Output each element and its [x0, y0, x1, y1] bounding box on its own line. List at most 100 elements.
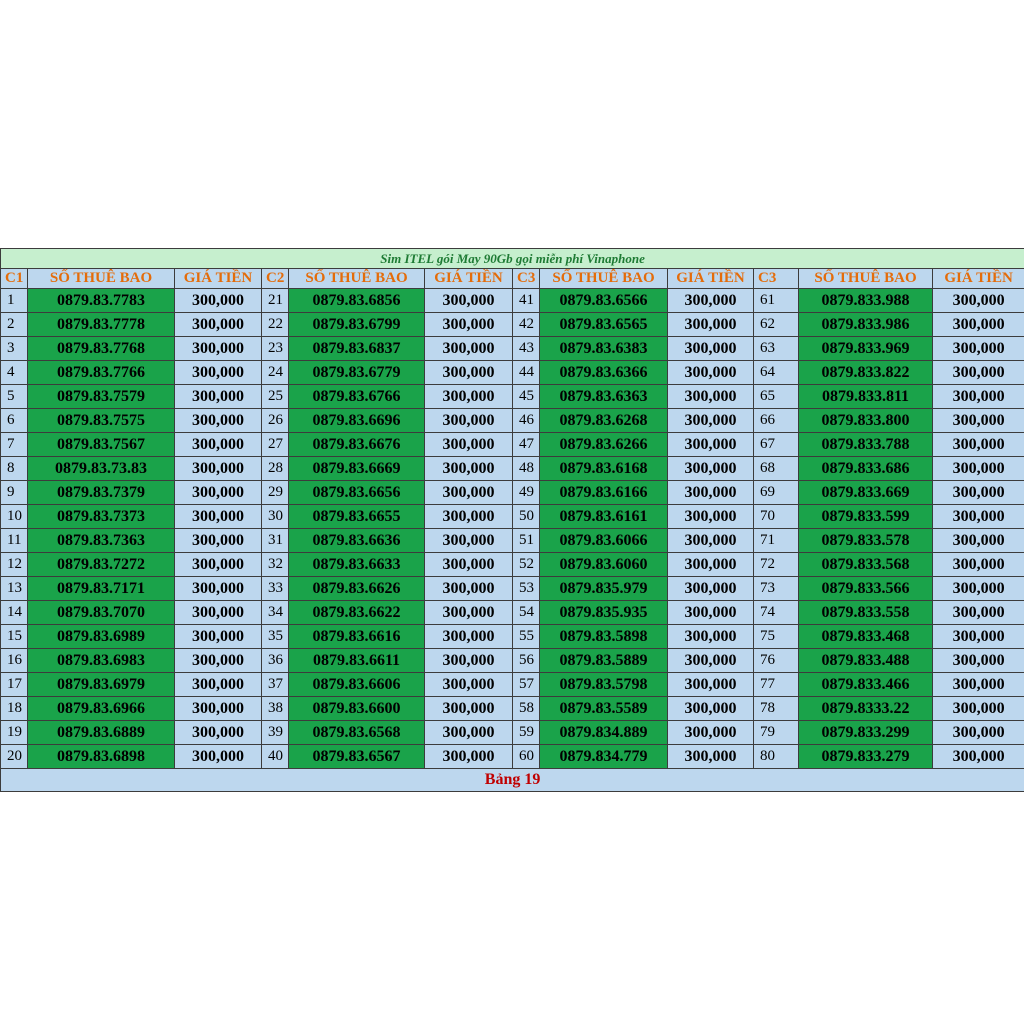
price-cell: 300,000	[174, 432, 262, 457]
row-index-cell: 37	[261, 672, 289, 697]
row-index-cell: 44	[512, 360, 540, 385]
table-row: 15 0879.83.6989 300,000 35 0879.83.6616 300,0…	[0, 624, 1024, 649]
row-index-cell: 79	[753, 720, 799, 745]
phone-number-cell: 0879.83.6837	[288, 336, 425, 361]
row-index-cell: 58	[512, 696, 540, 721]
price-cell: 300,000	[931, 528, 1024, 553]
phone-number-cell: 0879.83.6567	[288, 744, 425, 769]
price-cell: 300,000	[931, 480, 1024, 505]
index-header-3: C3	[512, 268, 540, 289]
phone-number-cell: 0879.833.669	[798, 480, 933, 505]
price-cell: 300,000	[931, 552, 1024, 577]
phone-number-cell: 0879.83.6636	[288, 528, 425, 553]
phone-number-cell: 0879.83.73.83	[27, 456, 175, 481]
row-index-cell: 64	[753, 360, 799, 385]
row-index-cell: 28	[261, 456, 289, 481]
phone-number-cell: 0879.83.7272	[27, 552, 175, 577]
row-index-cell: 16	[0, 648, 28, 673]
phone-number-cell: 0879.83.7766	[27, 360, 175, 385]
price-cell: 300,000	[174, 600, 262, 625]
price-cell: 300,000	[174, 624, 262, 649]
row-index-cell: 71	[753, 528, 799, 553]
phone-number-cell: 0879.83.6856	[288, 288, 425, 313]
row-index-cell: 68	[753, 456, 799, 481]
table-row: 13 0879.83.7171 300,000 33 0879.83.6626 300,0…	[0, 576, 1024, 601]
price-cell: 300,000	[424, 600, 513, 625]
price-cell: 300,000	[174, 408, 262, 433]
row-index-cell: 78	[753, 696, 799, 721]
row-index-cell: 13	[0, 576, 28, 601]
row-index-cell: 47	[512, 432, 540, 457]
row-index-cell: 50	[512, 504, 540, 529]
row-index-cell: 53	[512, 576, 540, 601]
row-index-cell: 7	[0, 432, 28, 457]
phone-number-cell: 0879.83.6966	[27, 696, 175, 721]
phone-number-cell: 0879.83.6983	[27, 648, 175, 673]
table-title: Sim ITEL gói May 90Gb gọi miễn phí Vinap…	[0, 248, 1024, 269]
phone-number-cell: 0879.83.6676	[288, 432, 425, 457]
row-index-cell: 31	[261, 528, 289, 553]
price-cell: 300,000	[424, 720, 513, 745]
price-cell: 300,000	[931, 312, 1024, 337]
table-row: 11 0879.83.7363 300,000 31 0879.83.6636 300,0…	[0, 528, 1024, 553]
row-index-cell: 8	[0, 456, 28, 481]
price-cell: 300,000	[667, 384, 754, 409]
price-cell: 300,000	[667, 672, 754, 697]
phone-number-cell: 0879.83.6168	[539, 456, 668, 481]
row-index-cell: 5	[0, 384, 28, 409]
table-caption: Bảng 19	[0, 768, 1024, 792]
price-cell: 300,000	[424, 480, 513, 505]
table-row: 7 0879.83.7567 300,000 27 0879.83.6676 300,00…	[0, 432, 1024, 457]
table-row: 3 0879.83.7768 300,000 23 0879.83.6837 300,00…	[0, 336, 1024, 361]
phone-number-cell: 0879.83.5898	[539, 624, 668, 649]
phone-number-cell: 0879.83.6568	[288, 720, 425, 745]
price-header-3: GIÁ TIỀN	[667, 268, 754, 289]
row-index-cell: 4	[0, 360, 28, 385]
table-row: 17 0879.83.6979 300,000 37 0879.83.6606 300,0…	[0, 672, 1024, 697]
price-cell: 300,000	[424, 408, 513, 433]
row-index-cell: 11	[0, 528, 28, 553]
phone-number-cell: 0879.83.7783	[27, 288, 175, 313]
phone-number-cell: 0879.833.468	[798, 624, 933, 649]
price-cell: 300,000	[174, 360, 262, 385]
row-index-cell: 35	[261, 624, 289, 649]
row-index-cell: 17	[0, 672, 28, 697]
price-cell: 300,000	[174, 720, 262, 745]
phone-number-cell: 0879.833.566	[798, 576, 933, 601]
phone-number-cell: 0879.833.466	[798, 672, 933, 697]
row-index-cell: 2	[0, 312, 28, 337]
phone-number-cell: 0879.83.7373	[27, 504, 175, 529]
row-index-cell: 1	[0, 288, 28, 313]
number-header-1: SỐ THUÊ BAO	[27, 268, 175, 289]
price-cell: 300,000	[667, 552, 754, 577]
phone-number-cell: 0879.83.7171	[27, 576, 175, 601]
row-index-cell: 15	[0, 624, 28, 649]
phone-number-cell: 0879.83.6656	[288, 480, 425, 505]
price-cell: 300,000	[667, 504, 754, 529]
price-cell: 300,000	[424, 744, 513, 769]
row-index-cell: 65	[753, 384, 799, 409]
price-cell: 300,000	[424, 528, 513, 553]
row-index-cell: 55	[512, 624, 540, 649]
row-index-cell: 41	[512, 288, 540, 313]
row-index-cell: 76	[753, 648, 799, 673]
price-cell: 300,000	[931, 504, 1024, 529]
header-row: C1 SỐ THUÊ BAO GIÁ TIỀN C2 SỐ THUÊ BAO GIÁ TI…	[0, 268, 1024, 289]
table-row: 2 0879.83.7778 300,000 22 0879.83.6799 300,00…	[0, 312, 1024, 337]
phone-number-cell: 0879.833.599	[798, 504, 933, 529]
row-index-cell: 51	[512, 528, 540, 553]
row-index-cell: 27	[261, 432, 289, 457]
phone-number-cell: 0879.83.6366	[539, 360, 668, 385]
price-cell: 300,000	[667, 480, 754, 505]
table-row: 6 0879.83.7575 300,000 26 0879.83.6696 300,00…	[0, 408, 1024, 433]
phone-number-cell: 0879.833.568	[798, 552, 933, 577]
phone-number-cell: 0879.83.6606	[288, 672, 425, 697]
price-cell: 300,000	[931, 384, 1024, 409]
price-cell: 300,000	[667, 624, 754, 649]
row-index-cell: 38	[261, 696, 289, 721]
phone-number-cell: 0879.833.299	[798, 720, 933, 745]
phone-number-cell: 0879.83.7070	[27, 600, 175, 625]
price-cell: 300,000	[174, 576, 262, 601]
price-cell: 300,000	[931, 408, 1024, 433]
row-index-cell: 48	[512, 456, 540, 481]
